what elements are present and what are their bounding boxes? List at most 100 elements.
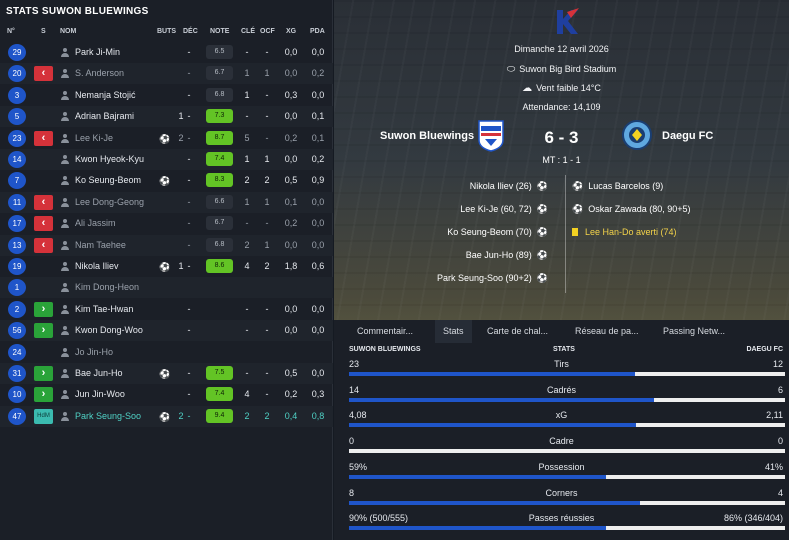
- player-row[interactable]: 5 Adrian Bajrami 1-7.3- -0,0 0,1: [0, 106, 333, 128]
- player-name[interactable]: Ali Jassim: [75, 218, 165, 228]
- shirt-number: 7: [8, 172, 26, 190]
- xg-value: 1,8: [284, 261, 298, 271]
- assists-value: -: [187, 132, 191, 143]
- event-text: Bae Jun-Ho (89): [465, 250, 532, 260]
- player-name[interactable]: Ko Seung-Beom: [75, 175, 165, 185]
- col-buts[interactable]: BUTS: [157, 28, 176, 35]
- player-row[interactable]: 29 Park Ji-Min - 6.5 - - 0,0 0,0: [0, 42, 333, 63]
- rating-badge: 7.4: [206, 387, 233, 402]
- player-row[interactable]: 1 Kim Dong-Heon: [0, 277, 333, 299]
- player-icon: [61, 219, 69, 229]
- player-row[interactable]: 20 ‹ S. Anderson - 6.7 1 1 0,0 0,2: [0, 63, 333, 85]
- pda-value: 0,0: [311, 218, 325, 229]
- player-name[interactable]: Kwon Hyeok-Kyu: [75, 154, 165, 164]
- xg-value: 0,0: [284, 303, 298, 314]
- player-row[interactable]: 2 › Kim Tae-Hwan - - - 0,0 0,0: [0, 299, 333, 320]
- goal-ball-icon: ⚽: [159, 176, 171, 187]
- tab-passing-network[interactable]: Passing Netw...: [663, 320, 725, 343]
- pda-value: 0,0: [311, 325, 325, 336]
- col-pda[interactable]: PDA: [310, 28, 325, 35]
- tab-stats[interactable]: Stats: [435, 320, 472, 343]
- shirt-number: 23: [8, 129, 26, 147]
- away-goal-event: ⚽ Lucas Barcelos (9): [572, 181, 663, 192]
- xg-value: 0,2: [284, 218, 298, 229]
- away-team-crest[interactable]: [622, 120, 652, 150]
- col-ocf[interactable]: OCF: [260, 28, 275, 35]
- player-name[interactable]: Lee Dong-Geong: [75, 197, 165, 207]
- away-goal-event: ⚽ Oskar Zawada (80, 90+5): [572, 204, 691, 215]
- rating-badge: 8.3: [206, 173, 233, 188]
- event-text: Lee Ki-Je (60, 72): [460, 204, 532, 214]
- player-row[interactable]: 56 › Kwon Dong-Woo - - - 0,0 0,0: [0, 320, 333, 342]
- player-row[interactable]: 3 Nemanja Stojić - 6.8 1 - 0,3 0,0: [0, 85, 333, 106]
- col-s[interactable]: S: [41, 28, 46, 35]
- assists-value: -: [187, 368, 191, 378]
- col-num[interactable]: N°: [7, 28, 15, 35]
- goal-ball-icon: ⚽: [159, 133, 171, 144]
- col-note[interactable]: NOTE: [210, 28, 229, 35]
- col-dec[interactable]: DÉC: [183, 28, 198, 35]
- yellow-card-icon: [572, 228, 578, 236]
- away-team-name[interactable]: Daegu FC: [662, 130, 713, 142]
- player-row[interactable]: 19 Nikola Iliev ⚽ 1-8.6 4 2 1,8 0,6: [0, 256, 333, 277]
- player-row[interactable]: 47 HdM Park Seung-Soo ⚽ 2-9.4 2 2 0,4 0,8: [0, 405, 333, 427]
- shirt-number: 11: [8, 193, 26, 211]
- player-name[interactable]: Nemanja Stojić: [75, 90, 165, 100]
- tab-reseau-de-passes[interactable]: Réseau de pa...: [575, 320, 639, 343]
- player-name[interactable]: Kim Tae-Hwan: [75, 304, 165, 314]
- stat-bar-home-fill: [349, 423, 637, 428]
- pda-value: 0,1: [311, 111, 325, 122]
- player-row[interactable]: 17 ‹ Ali Jassim - 6.7 - - 0,2 0,0: [0, 213, 333, 234]
- sub-in-icon: ›: [34, 323, 53, 339]
- player-name[interactable]: Park Ji-Min: [75, 47, 165, 57]
- player-name[interactable]: Jo Jin-Ho: [75, 347, 165, 357]
- player-row[interactable]: 11 ‹ Lee Dong-Geong -6.6 1 1 0,1 0,0: [0, 191, 333, 213]
- sub-out-icon: ‹: [34, 237, 53, 253]
- home-goal-event: Bae Jun-Ho (89) ⚽: [466, 250, 548, 261]
- player-name[interactable]: Park Seung-Soo: [75, 411, 165, 421]
- col-cle[interactable]: CLÉ: [241, 28, 255, 35]
- player-icon: [61, 197, 69, 207]
- player-row[interactable]: 23 ‹ Lee Ki-Je ⚽ 2-8.7 5-0,2 0,1: [0, 128, 333, 149]
- player-row[interactable]: 13 ‹ Nam Taehee - 6.8 2 1 0,0 0,0: [0, 234, 333, 256]
- col-xg[interactable]: XG: [286, 28, 296, 35]
- player-name[interactable]: Nam Taehee: [75, 240, 165, 250]
- player-row[interactable]: 24 Jo Jin-Ho: [0, 342, 333, 363]
- goal-ball-icon: ⚽: [159, 369, 171, 379]
- player-name[interactable]: Lee Ki-Je: [75, 133, 165, 143]
- chances-value: -: [265, 111, 269, 122]
- shirt-number: 5: [8, 108, 26, 126]
- player-name[interactable]: Kwon Dong-Woo: [75, 325, 165, 335]
- tab-commentaire[interactable]: Commentair...: [357, 320, 413, 343]
- key-passes-value: 4: [244, 261, 250, 271]
- player-row[interactable]: 10 › Jun Jin-Woo - 7.4 4 - 0,2 0,3: [0, 384, 333, 405]
- player-row[interactable]: 14 Kwon Hyeok-Kyu - 7.4 1 1 0,0 0,2: [0, 149, 333, 170]
- player-name[interactable]: Adrian Bajrami: [75, 111, 165, 121]
- player-row[interactable]: 7 Ko Seung-Beom ⚽ - 8.3 2 2 0,5 0,9: [0, 170, 333, 191]
- player-name[interactable]: Kim Dong-Heon: [75, 282, 165, 292]
- chances-value: -: [265, 389, 269, 400]
- stat-away-value: 41%: [764, 461, 783, 472]
- player-name[interactable]: Nikola Iliev: [75, 261, 165, 271]
- player-icon: [61, 411, 69, 421]
- assists-value: -: [187, 175, 191, 186]
- player-name[interactable]: Jun Jin-Woo: [75, 389, 165, 399]
- assists-value: -: [187, 196, 191, 207]
- chances-value: -: [265, 368, 269, 378]
- xg-value: 0,5: [284, 175, 298, 186]
- stat-bar: [349, 526, 785, 531]
- rating-badge: 7.4: [206, 152, 233, 166]
- shirt-number: 24: [8, 343, 26, 361]
- pda-value: 0,1: [311, 132, 325, 143]
- shirt-number: 13: [8, 236, 26, 254]
- home-goal-event: Park Seung-Soo (90+2) ⚽: [437, 273, 548, 284]
- stat-bar: [349, 500, 785, 505]
- player-name[interactable]: S. Anderson: [75, 68, 165, 78]
- col-nom[interactable]: NOM: [60, 28, 76, 35]
- xg-value: 0,0: [284, 325, 298, 336]
- shirt-number: 31: [8, 365, 26, 382]
- tab-carte-de-chaleur[interactable]: Carte de chal...: [487, 320, 548, 343]
- player-name[interactable]: Bae Jun-Ho: [75, 368, 165, 378]
- stat-bar: [349, 372, 785, 376]
- player-row[interactable]: 31 › Bae Jun-Ho ⚽ - 7.5 - - 0,5 0,0: [0, 363, 333, 384]
